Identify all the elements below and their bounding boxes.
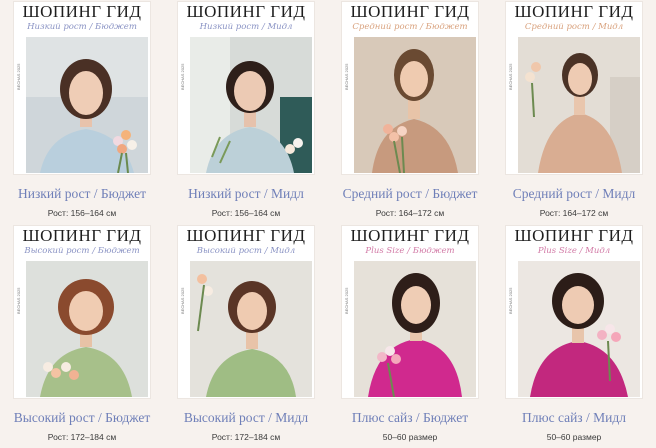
model-photo	[190, 37, 312, 173]
cover-side-text: BECHAS 2025	[180, 63, 185, 90]
model-photo	[190, 261, 312, 397]
guide-card-medium-mid[interactable]: ШОПИНГ ГИД Средний рост / Мидл BECHAS 20…	[492, 0, 656, 224]
guide-card-tall-mid[interactable]: ШОПИНГ ГИД Высокий рост / Мидл BECHAS 20…	[164, 224, 328, 448]
guide-cover[interactable]: ШОПИНГ ГИД Низкий рост / Бюджет BECHAS 2…	[14, 2, 150, 174]
cover-title: ШОПИНГ ГИД	[514, 2, 634, 21]
model-photo	[518, 37, 640, 173]
guide-caption[interactable]: Высокий рост / Бюджет	[0, 410, 164, 426]
model-photo	[518, 261, 640, 397]
cover-subtitle: Высокий рост / Бюджет	[24, 246, 140, 256]
cover-title: ШОПИНГ ГИД	[22, 226, 142, 245]
cover-title: ШОПИНГ ГИД	[514, 226, 634, 245]
guide-card-short-budget[interactable]: ШОПИНГ ГИД Низкий рост / Бюджет BECHAS 2…	[0, 0, 164, 224]
cover-subtitle: Высокий рост / Мидл	[196, 246, 296, 256]
guide-cover[interactable]: ШОПИНГ ГИД Plus Size / Бюджет BECHAS 202…	[342, 226, 478, 398]
cover-subtitle: Низкий рост / Мидл	[199, 22, 293, 32]
cover-subtitle: Plus Size / Бюджет	[365, 246, 455, 256]
cover-title: ШОПИНГ ГИД	[186, 2, 306, 21]
guide-caption[interactable]: Плюс сайз / Бюджет	[328, 410, 492, 426]
size-range: 50–60 размер	[546, 432, 602, 442]
cover-title: ШОПИНГ ГИД	[22, 2, 142, 21]
cover-subtitle: Средний рост / Бюджет	[352, 22, 468, 32]
guide-cover[interactable]: ШОПИНГ ГИД Высокий рост / Мидл BECHAS 20…	[178, 226, 314, 398]
cover-subtitle: Низкий рост / Бюджет	[27, 22, 137, 32]
guide-caption[interactable]: Плюс сайз / Мидл	[492, 410, 656, 426]
cover-side-text: BECHAS 2025	[180, 287, 185, 314]
size-range: Рост: 156–164 см	[211, 208, 281, 218]
model-photo	[26, 261, 148, 397]
guide-card-medium-budget[interactable]: ШОПИНГ ГИД Средний рост / Бюджет BECHAS …	[328, 0, 492, 224]
cover-title: ШОПИНГ ГИД	[350, 226, 470, 245]
cover-side-text: BECHAS 2025	[16, 287, 21, 314]
model-photo	[354, 37, 476, 173]
guide-caption[interactable]: Средний рост / Бюджет	[328, 186, 492, 202]
guide-cover[interactable]: ШОПИНГ ГИД Средний рост / Мидл BECHAS 20…	[506, 2, 642, 174]
guide-caption[interactable]: Низкий рост / Бюджет	[0, 186, 164, 202]
size-range: Рост: 172–184 см	[47, 432, 117, 442]
cover-side-text: BECHAS 2025	[16, 63, 21, 90]
size-range: Рост: 172–184 см	[211, 432, 281, 442]
cover-title: ШОПИНГ ГИД	[350, 2, 470, 21]
size-range: Рост: 164–172 см	[539, 208, 609, 218]
model-photo	[354, 261, 476, 397]
guide-cover[interactable]: ШОПИНГ ГИД Средний рост / Бюджет BECHAS …	[342, 2, 478, 174]
cover-side-text: BECHAS 2025	[344, 63, 349, 90]
cover-subtitle: Средний рост / Мидл	[524, 22, 624, 32]
guide-caption[interactable]: Высокий рост / Мидл	[164, 410, 328, 426]
model-photo	[26, 37, 148, 173]
guide-cover[interactable]: ШОПИНГ ГИД Высокий рост / Бюджет BECHAS …	[14, 226, 150, 398]
size-range: 50–60 размер	[382, 432, 438, 442]
size-range: Рост: 156–164 см	[47, 208, 117, 218]
cover-side-text: BECHAS 2025	[508, 287, 513, 314]
guide-card-tall-budget[interactable]: ШОПИНГ ГИД Высокий рост / Бюджет BECHAS …	[0, 224, 164, 448]
guide-card-plus-mid[interactable]: ШОПИНГ ГИД Plus Size / Мидл BECHAS 2025 …	[492, 224, 656, 448]
guide-caption[interactable]: Низкий рост / Мидл	[164, 186, 328, 202]
cover-title: ШОПИНГ ГИД	[186, 226, 306, 245]
guide-card-plus-budget[interactable]: ШОПИНГ ГИД Plus Size / Бюджет BECHAS 202…	[328, 224, 492, 448]
guide-cover[interactable]: ШОПИНГ ГИД Низкий рост / Мидл BECHAS 202…	[178, 2, 314, 174]
guide-caption[interactable]: Средний рост / Мидл	[492, 186, 656, 202]
guide-cover[interactable]: ШОПИНГ ГИД Plus Size / Мидл BECHAS 2025	[506, 226, 642, 398]
guide-grid: ШОПИНГ ГИД Низкий рост / Бюджет BECHAS 2…	[0, 0, 656, 448]
cover-side-text: BECHAS 2025	[344, 287, 349, 314]
cover-side-text: BECHAS 2025	[508, 63, 513, 90]
guide-card-short-mid[interactable]: ШОПИНГ ГИД Низкий рост / Мидл BECHAS 202…	[164, 0, 328, 224]
cover-subtitle: Plus Size / Мидл	[537, 246, 611, 256]
size-range: Рост: 164–172 см	[375, 208, 445, 218]
